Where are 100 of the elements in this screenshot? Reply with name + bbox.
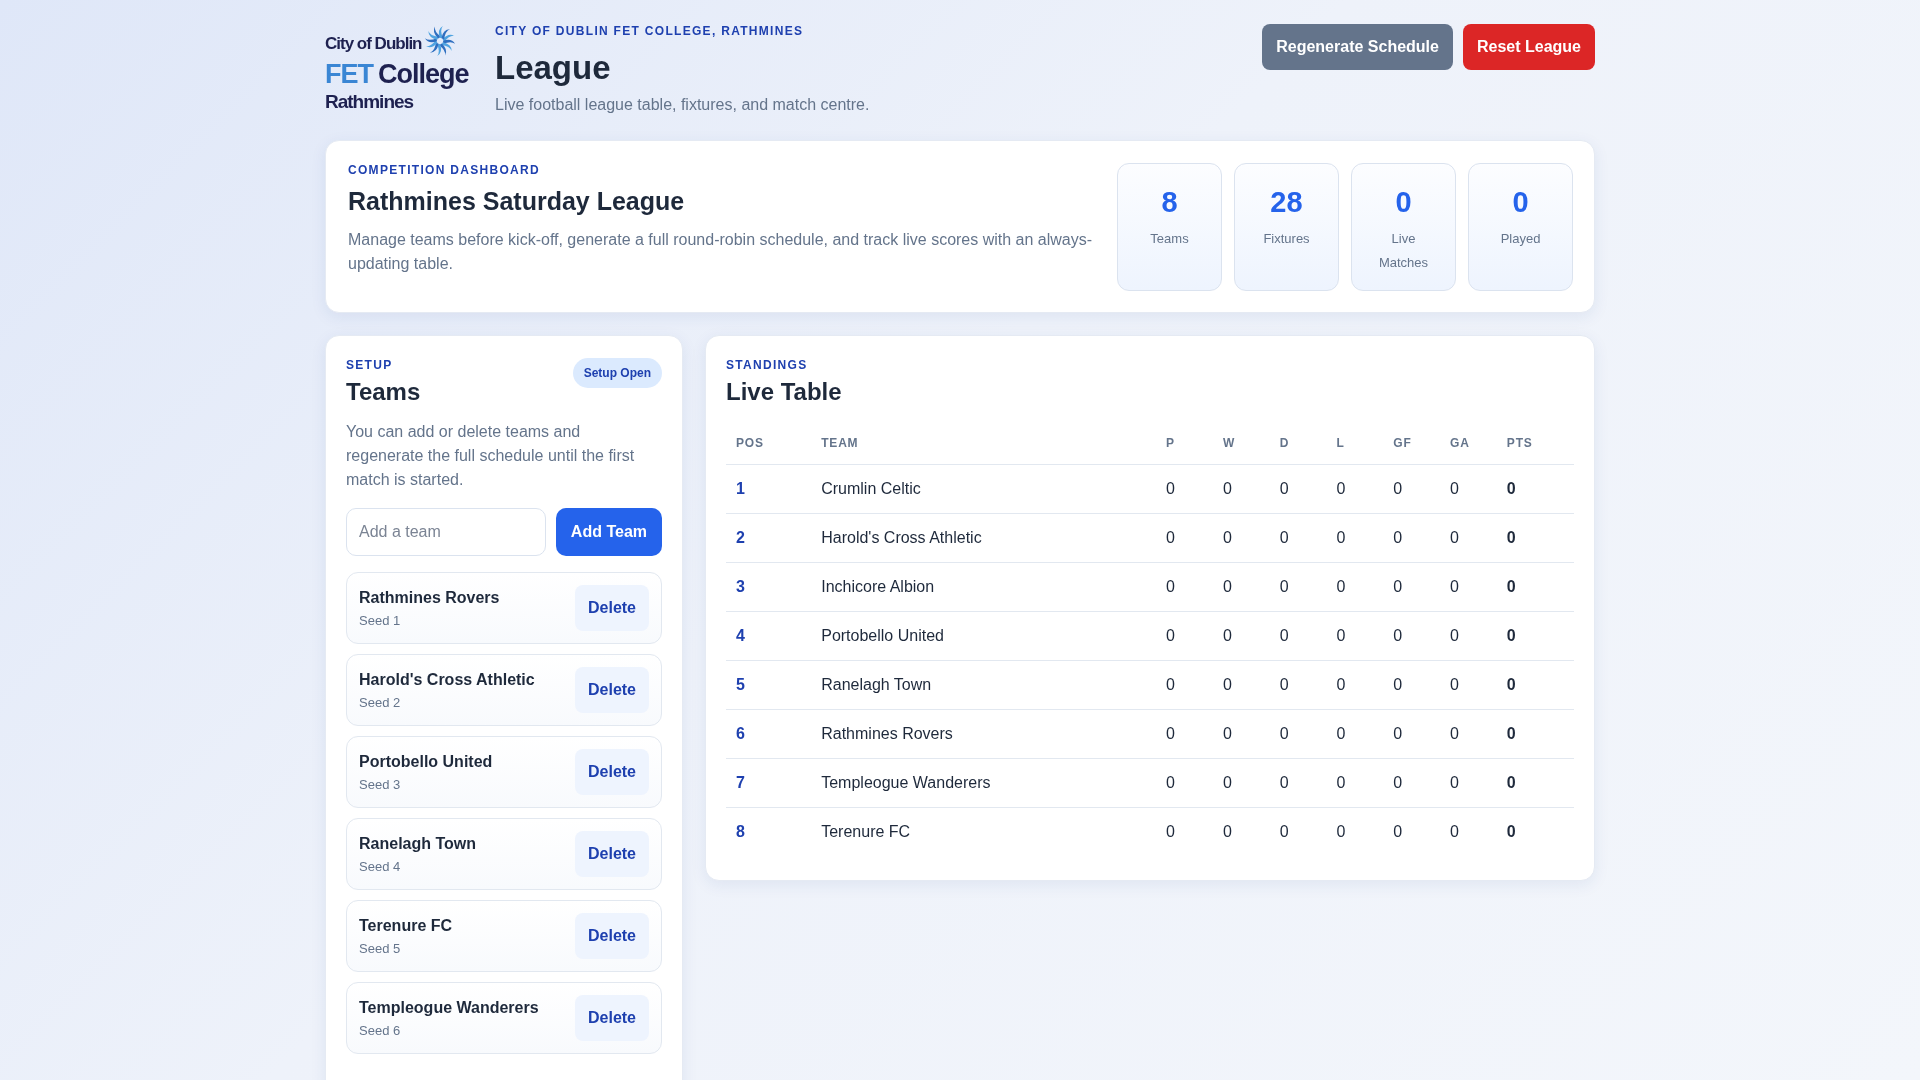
delete-button[interactable]: Delete: [575, 831, 649, 877]
table-cell: 0: [1440, 611, 1497, 661]
add-team-button[interactable]: Add Team: [555, 508, 662, 556]
table-cell: 0: [1440, 464, 1497, 514]
table-cell: 0: [1269, 611, 1327, 661]
table-cell: 0: [1156, 611, 1213, 661]
header-button[interactable]: Reset League: [1462, 24, 1595, 70]
description: You can add or delete teams and regenerate the full schedule until the first match is started.: [346, 422, 636, 490]
table-cell: 1: [726, 464, 812, 514]
table-cell: 0: [1496, 709, 1574, 759]
table-cell: 0: [1440, 562, 1497, 612]
eyebrow: SETUP: [346, 358, 394, 372]
logo-text: City of Dublin: [325, 33, 422, 55]
table-cell: 0: [1212, 562, 1270, 612]
table-cell: Rathmines Rovers: [811, 709, 1157, 759]
table-cell: 0: [1269, 513, 1327, 563]
delete-button[interactable]: Delete: [575, 995, 649, 1041]
header-button[interactable]: Regenerate Schedule: [1262, 24, 1453, 70]
delete-button[interactable]: Delete: [575, 667, 649, 713]
page-title: League: [495, 50, 612, 86]
team-seed: Seed 6: [359, 1022, 402, 1038]
column-header: W: [1212, 422, 1270, 465]
table-cell: 0: [1383, 660, 1441, 710]
logo-text: College: [378, 58, 469, 90]
column-header: P: [1156, 422, 1213, 465]
table-cell: 7: [726, 758, 812, 808]
table-cell: 0: [1383, 758, 1441, 808]
stat-value: 8: [1161, 186, 1178, 219]
table-cell: Terenure FC: [811, 807, 1157, 856]
table-cell: 0: [1212, 513, 1270, 563]
table-cell: 0: [1269, 807, 1327, 856]
team-seed: Seed 3: [359, 776, 402, 792]
table-cell: 0: [1269, 709, 1327, 759]
table-cell: 0: [1212, 611, 1270, 661]
delete-button[interactable]: Delete: [575, 913, 649, 959]
table-cell: 6: [726, 709, 812, 759]
table-cell: Inchicore Albion: [811, 562, 1157, 612]
table-cell: 2: [726, 513, 812, 563]
panel-title: Live Table: [726, 378, 843, 406]
table-cell: 0: [1496, 758, 1574, 808]
table-cell: 0: [1496, 611, 1574, 661]
team-name: Ranelagh Town: [359, 834, 477, 853]
table-cell: 0: [1326, 464, 1384, 514]
table-cell: 0: [1440, 758, 1497, 808]
eyebrow: CITY OF DUBLIN FET COLLEGE, RATHMINES: [495, 24, 805, 38]
team-seed: Seed 2: [359, 694, 402, 710]
column-header: GF: [1383, 422, 1441, 465]
table-cell: 0: [1326, 660, 1384, 710]
table-cell: 0: [1326, 758, 1384, 808]
table-cell: 0: [1326, 513, 1384, 563]
table-cell: 0: [1326, 611, 1384, 661]
stat-value: 0: [1512, 186, 1529, 219]
stat-value: 28: [1270, 186, 1303, 219]
table-cell: 0: [1383, 562, 1441, 612]
table-cell: 0: [1496, 807, 1574, 856]
table-cell: Harold's Cross Athletic: [811, 513, 1157, 563]
column-header: PTS: [1496, 422, 1574, 465]
delete-button[interactable]: Delete: [575, 585, 649, 631]
stat-label: Played: [1499, 230, 1542, 248]
table-cell: 4: [726, 611, 812, 661]
eyebrow: STANDINGS: [726, 358, 809, 372]
stat-label: Live Matches: [1377, 230, 1430, 272]
table-cell: 0: [1156, 660, 1213, 710]
table-cell: 0: [1156, 758, 1213, 808]
table-cell: 0: [1212, 464, 1270, 514]
stat-value: 0: [1395, 186, 1412, 219]
table-cell: 0: [1156, 513, 1213, 563]
table-cell: 0: [1212, 807, 1270, 856]
team-name: Harold's Cross Athletic: [359, 670, 535, 689]
column-header: GA: [1440, 422, 1497, 465]
team-seed: Seed 1: [359, 612, 402, 628]
logo-text: Rathmines: [325, 90, 415, 114]
table-cell: Ranelagh Town: [811, 660, 1157, 710]
table-cell: 0: [1212, 709, 1270, 759]
delete-button[interactable]: Delete: [575, 749, 649, 795]
table-cell: 0: [1326, 807, 1384, 856]
table-cell: 0: [1383, 611, 1441, 661]
table-cell: 0: [1212, 660, 1270, 710]
description: Manage teams before kick-off, generate a full round-robin schedule, and track live scores with an always-updating table.: [348, 230, 1094, 274]
table-cell: 0: [1269, 464, 1327, 514]
table-cell: 0: [1269, 562, 1327, 612]
column-header: D: [1269, 422, 1327, 465]
panel-title: Teams: [346, 378, 421, 406]
table-cell: 0: [1496, 513, 1574, 563]
table-cell: Crumlin Celtic: [811, 464, 1157, 514]
table-cell: 0: [1383, 464, 1441, 514]
logo-text: FET: [325, 58, 373, 90]
table-cell: 0: [1496, 660, 1574, 710]
stat-label: Teams: [1149, 230, 1190, 248]
table-cell: 0: [1383, 807, 1441, 856]
table-cell: Portobello United: [811, 611, 1157, 661]
column-header: TEAM: [811, 422, 1157, 465]
table-cell: 5: [726, 660, 812, 710]
table-cell: 0: [1440, 709, 1497, 759]
team-name-field[interactable]: Add a team: [346, 508, 546, 556]
table-cell: 0: [1326, 562, 1384, 612]
team-name: Portobello United: [359, 752, 493, 771]
team-seed: Seed 5: [359, 940, 402, 956]
table-cell: 0: [1156, 807, 1213, 856]
table-cell: 0: [1156, 562, 1213, 612]
